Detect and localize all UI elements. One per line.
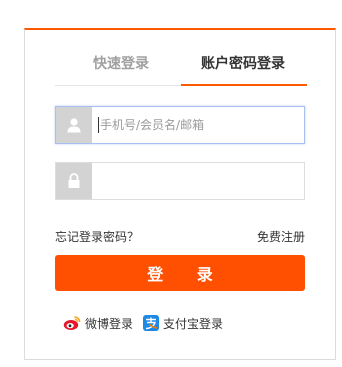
login-button[interactable]: 登 录 — [55, 255, 305, 291]
forgot-password-link[interactable]: 忘记登录密码？ — [55, 228, 139, 245]
password-input[interactable] — [100, 163, 296, 199]
lock-icon — [56, 163, 92, 199]
text-caret — [98, 117, 99, 133]
user-icon — [56, 107, 92, 143]
alipay-login-label: 支付宝登录 — [163, 316, 224, 331]
register-link[interactable]: 免费注册 — [257, 228, 305, 245]
tab-quick-login[interactable]: 快速登录 — [93, 54, 149, 74]
login-tabs: 快速登录 账户密码登录 — [55, 30, 307, 86]
tab-account-login[interactable]: 账户密码登录 — [201, 54, 285, 74]
weibo-login-label: 微博登录 — [85, 316, 134, 331]
username-field — [55, 106, 305, 144]
active-tab-indicator — [181, 84, 307, 86]
login-panel: 快速登录 账户密码登录 忘记登录密码？ 免费注册 登 录 — [24, 28, 336, 360]
weibo-icon — [63, 315, 81, 331]
password-field — [55, 162, 305, 200]
username-input[interactable] — [100, 107, 296, 143]
weibo-login-link[interactable]: 微博登录 — [63, 314, 133, 332]
alipay-icon — [143, 315, 159, 331]
alipay-login-link[interactable]: 支付宝登录 — [143, 314, 223, 332]
